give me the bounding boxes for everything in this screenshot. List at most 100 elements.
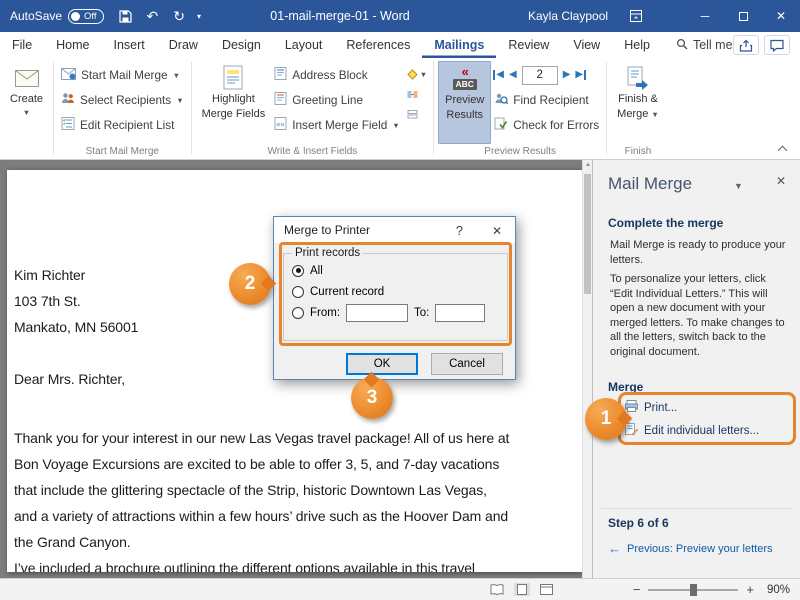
zoom-slider-thumb[interactable] (690, 584, 697, 596)
previous-step-link[interactable]: ← Previous: Preview your letters (608, 542, 773, 555)
zoom-slider[interactable] (648, 589, 738, 591)
task-pane-close-icon[interactable]: ✕ (776, 174, 786, 188)
check-for-errors-label: Check for Errors (513, 118, 599, 132)
autosave-knob (71, 12, 80, 21)
group-label-start-mail-merge: Start Mail Merge (54, 146, 191, 157)
print-layout-icon[interactable] (514, 583, 530, 596)
greeting-line-button[interactable]: Greeting Line (271, 89, 403, 111)
tell-me-label: Tell me (693, 38, 733, 52)
create-label: Create (10, 93, 43, 107)
ribbon-group-finish: Finish & Merge ▼ Finish (607, 58, 669, 159)
view-mode-buttons (488, 583, 555, 596)
search-icon (676, 38, 688, 53)
dialog-help-icon[interactable]: ? (456, 223, 463, 238)
dialog-title: Merge to Printer (284, 223, 370, 237)
insert-merge-field-button[interactable]: «» Insert Merge Field ▼ (271, 114, 403, 136)
ok-button[interactable]: OK (346, 353, 418, 375)
read-mode-icon[interactable] (488, 583, 506, 596)
address-block-label: Address Block (292, 68, 367, 82)
merge-to-printer-dialog: Merge to Printer ? ✕ Print records All C… (273, 216, 516, 380)
user-name[interactable]: Kayla Claypool (528, 9, 608, 23)
preview-results-button[interactable]: « ABC Preview Results (438, 61, 491, 144)
tab-review[interactable]: Review (496, 32, 561, 58)
tab-insert[interactable]: Insert (102, 32, 157, 58)
cancel-button[interactable]: Cancel (431, 353, 503, 375)
highlight-label-2: Merge Fields (202, 108, 266, 122)
ribbon-group-write-insert-fields: Highlight Merge Fields Address Block Gre… (192, 58, 434, 159)
check-for-errors-button[interactable]: Check for Errors (491, 114, 602, 136)
redo-icon[interactable]: ↻ (173, 9, 185, 23)
step-label: Step 6 of 6 (608, 516, 669, 530)
dialog-title-bar[interactable]: Merge to Printer ? ✕ (274, 217, 515, 243)
finish-merge-button[interactable]: Finish & Merge ▼ (611, 61, 665, 144)
dialog-close-icon[interactable]: ✕ (492, 224, 502, 238)
autosave-pill[interactable]: Off (68, 9, 104, 24)
tab-help[interactable]: Help (612, 32, 662, 58)
next-record-icon[interactable]: ▶ (563, 70, 571, 80)
select-recipients-icon (61, 92, 75, 108)
match-fields-button[interactable] (407, 87, 427, 101)
record-navigation: ◀ ◀ ▶ ▶ (491, 64, 602, 86)
start-mail-merge-button[interactable]: Start Mail Merge ▼ (58, 64, 187, 86)
annotation-step-3: 3 (351, 377, 393, 419)
document-line: I’ve included a brochure outlining the d… (14, 555, 574, 572)
tab-design[interactable]: Design (210, 32, 273, 58)
highlight-merge-fields-button[interactable]: Highlight Merge Fields (196, 61, 272, 144)
share-icon[interactable] (733, 35, 759, 55)
zoom-in-icon[interactable]: + (746, 583, 754, 596)
document-line: that include the glittering spectacle of… (14, 477, 574, 503)
previous-record-icon[interactable]: ◀ (509, 70, 517, 80)
previous-step-label: Previous: Preview your letters (627, 543, 773, 555)
insert-merge-field-icon: «» (274, 117, 287, 133)
tab-view[interactable]: View (561, 32, 612, 58)
autosave-toggle[interactable]: AutoSave Off (10, 9, 104, 24)
tab-file[interactable]: File (0, 32, 44, 58)
maximize-button[interactable] (724, 0, 762, 32)
annotation-number: 2 (245, 273, 256, 295)
ribbon-display-options-icon[interactable] (630, 10, 642, 25)
zoom-out-icon[interactable]: − (633, 583, 641, 596)
task-pane-menu-icon[interactable]: ▼ (734, 181, 743, 191)
tab-home[interactable]: Home (44, 32, 101, 58)
left-arrow-icon: ← (608, 542, 621, 555)
select-recipients-label: Select Recipients (80, 93, 171, 107)
close-button[interactable]: ✕ (762, 0, 800, 32)
ribbon: Create ▼ Start Mail Merge ▼ Select Recip… (0, 58, 800, 160)
scroll-up-icon[interactable]: ▲ (585, 162, 591, 168)
write-insert-mini-buttons: ▼ (403, 61, 429, 144)
rules-button[interactable]: ▼ (407, 67, 427, 81)
document-line: Bon Voyage Excursions are excited to be … (14, 451, 574, 477)
scrollbar-thumb[interactable] (584, 174, 591, 294)
greeting-line-label: Greeting Line (292, 93, 363, 107)
update-labels-button[interactable] (407, 107, 427, 121)
zoom-level[interactable]: 90% (762, 584, 790, 596)
find-recipient-button[interactable]: Find Recipient (491, 89, 602, 111)
last-record-icon[interactable]: ▶ (575, 70, 586, 80)
window-title: 01-mail-merge-01 - Word (200, 9, 480, 23)
edit-recipient-list-button[interactable]: Edit Recipient List (58, 114, 187, 136)
tab-references[interactable]: References (334, 32, 422, 58)
chevron-down-icon: ▼ (420, 70, 427, 79)
create-button[interactable]: Create ▼ (4, 61, 49, 144)
undo-icon[interactable]: ↶ (147, 9, 159, 23)
tab-mailings[interactable]: Mailings (422, 32, 496, 58)
select-recipients-button[interactable]: Select Recipients ▼ (58, 89, 187, 111)
start-mail-merge-icon (61, 68, 76, 83)
first-record-icon[interactable]: ◀ (493, 70, 504, 80)
address-block-button[interactable]: Address Block (271, 64, 403, 86)
collapse-ribbon-icon[interactable] (778, 144, 788, 153)
finish-merge-label-2: Merge ▼ (617, 108, 659, 122)
highlight-label-1: Highlight (212, 93, 255, 107)
tell-me-box[interactable]: Tell me (676, 32, 733, 58)
abc-icon: ABC (453, 79, 477, 90)
record-number-input[interactable] (522, 66, 558, 85)
annotation-highlight-merge-links (618, 392, 796, 445)
vertical-scrollbar[interactable]: ▲ (582, 160, 592, 578)
save-icon[interactable] (119, 10, 132, 23)
web-layout-icon[interactable] (538, 583, 555, 596)
tab-layout[interactable]: Layout (273, 32, 335, 58)
start-mail-merge-label: Start Mail Merge (81, 68, 168, 82)
minimize-button[interactable]: ─ (686, 0, 724, 32)
tab-draw[interactable]: Draw (157, 32, 210, 58)
comment-icon[interactable] (764, 35, 790, 55)
